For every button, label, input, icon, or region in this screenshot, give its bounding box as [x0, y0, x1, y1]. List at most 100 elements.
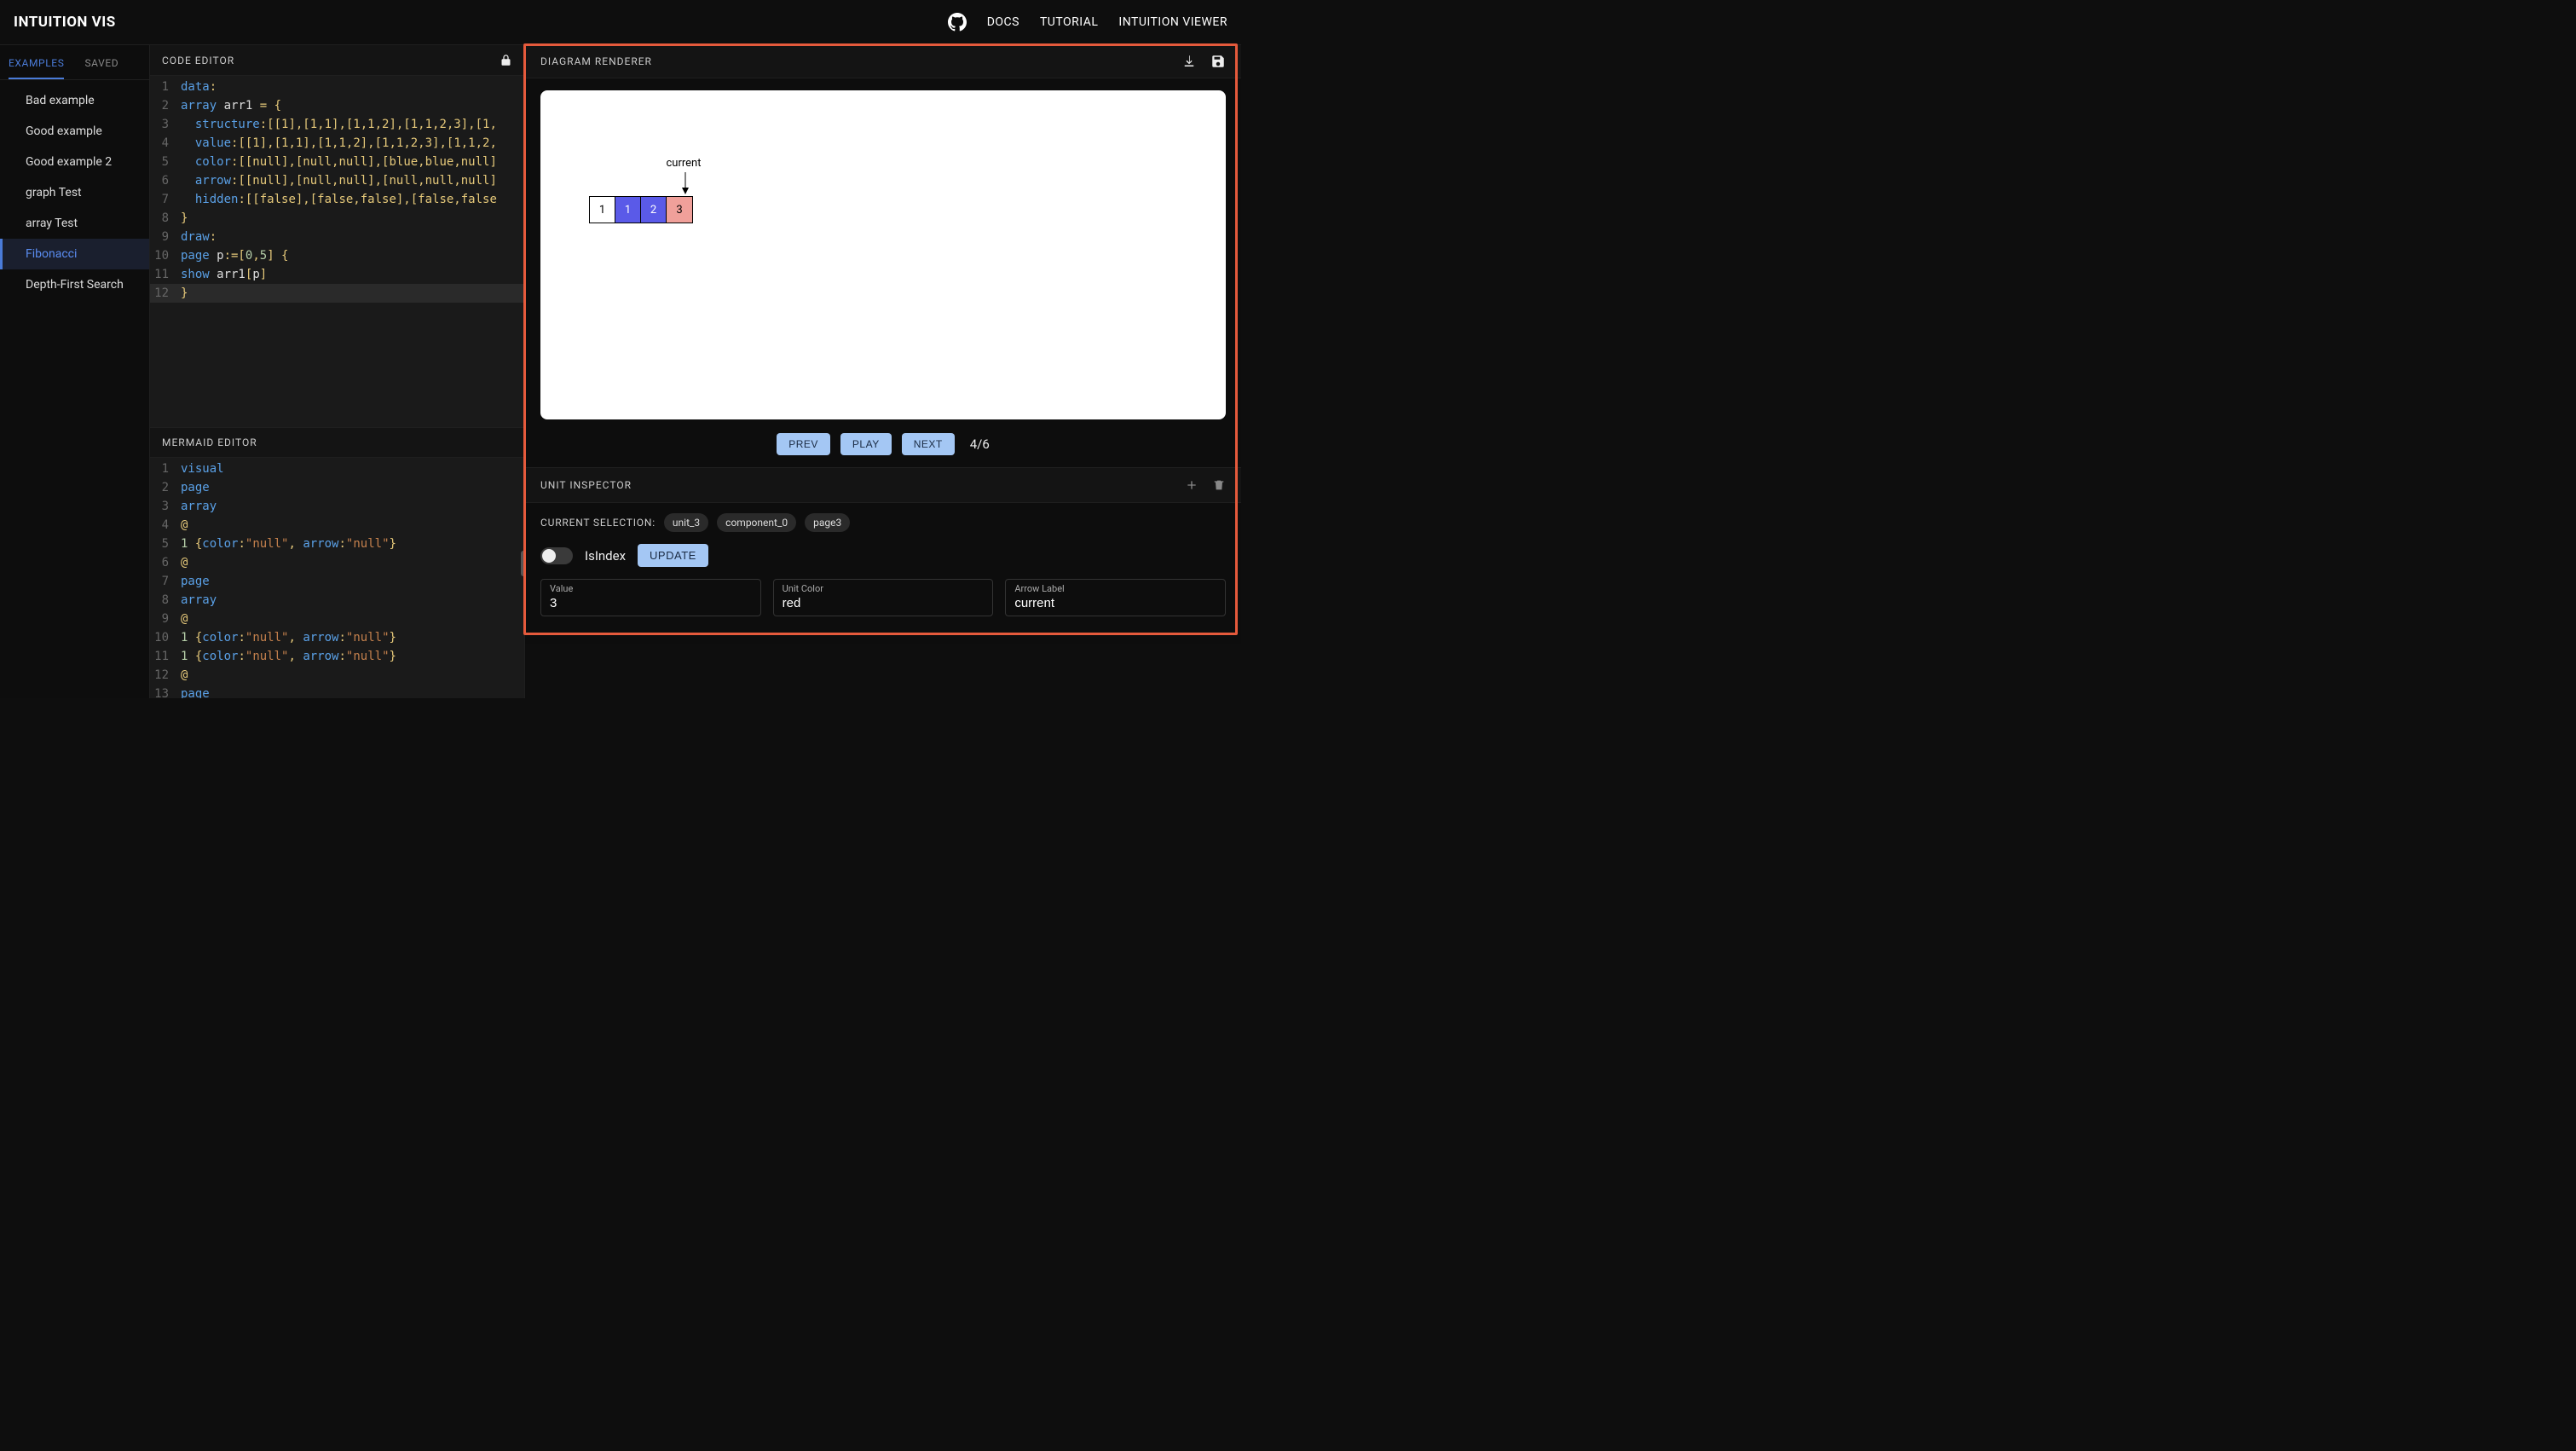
- code-line[interactable]: 8}: [150, 209, 524, 228]
- code-line[interactable]: 7 hidden:[[false],[false,false],[false,f…: [150, 190, 524, 209]
- code-editor[interactable]: 1data:2array arr1 = {3 structure:[[1],[1…: [150, 76, 524, 427]
- code-line[interactable]: 4 value:[[1],[1,1],[1,1,2],[1,1,2,3],[1,…: [150, 134, 524, 153]
- code-line[interactable]: 8array: [150, 591, 524, 610]
- code-line[interactable]: 11show arr1[p]: [150, 265, 524, 284]
- arrow-label: current: [662, 157, 705, 170]
- line-number: 11: [150, 647, 181, 666]
- line-number: 6: [150, 171, 181, 190]
- prev-button[interactable]: PREV: [777, 433, 830, 455]
- add-icon[interactable]: [1185, 478, 1198, 492]
- code-line[interactable]: 51 {color:"null", arrow:"null"}: [150, 535, 524, 553]
- mermaid-editor-header: MERMAID EDITOR: [150, 428, 524, 458]
- nav-docs[interactable]: DOCS: [987, 15, 1019, 29]
- inspector-title: UNIT INSPECTOR: [540, 479, 632, 491]
- code-line[interactable]: 13page: [150, 685, 524, 698]
- value-label: Value: [550, 583, 752, 594]
- line-number: 9: [150, 610, 181, 628]
- value-input[interactable]: [550, 596, 752, 610]
- line-number: 4: [150, 516, 181, 535]
- mermaid-editor-title: MERMAID EDITOR: [162, 436, 257, 448]
- diagram-canvas[interactable]: current 1123: [540, 90, 1226, 419]
- middle-column: CODE EDITOR 1data:2array arr1 = {3 struc…: [150, 45, 525, 698]
- line-number: 1: [150, 78, 181, 96]
- code-line[interactable]: 4@: [150, 516, 524, 535]
- nav-intuition-viewer[interactable]: INTUITION VIEWER: [1118, 15, 1227, 29]
- isindex-label: IsIndex: [585, 548, 626, 564]
- line-number: 10: [150, 628, 181, 647]
- example-item[interactable]: Good example: [0, 116, 149, 147]
- array-visualization[interactable]: 1123: [589, 196, 693, 223]
- code-line[interactable]: 2array arr1 = {: [150, 96, 524, 115]
- example-list: Bad exampleGood exampleGood example 2gra…: [0, 80, 149, 300]
- line-number: 8: [150, 591, 181, 610]
- play-button[interactable]: PLAY: [840, 433, 892, 455]
- code-line[interactable]: 6 arrow:[[null],[null,null],[null,null,n…: [150, 171, 524, 190]
- line-number: 11: [150, 265, 181, 284]
- nav-tutorial[interactable]: TUTORIAL: [1040, 15, 1098, 29]
- line-number: 6: [150, 553, 181, 572]
- code-line[interactable]: 1data:: [150, 78, 524, 96]
- arrow-down-icon: [682, 172, 689, 194]
- unit-inspector: UNIT INSPECTOR CURRENT SELECTION: unit_3…: [525, 467, 1241, 644]
- line-number: 4: [150, 134, 181, 153]
- code-line[interactable]: 12@: [150, 666, 524, 685]
- line-number: 5: [150, 153, 181, 171]
- unitcolor-label: Unit Color: [783, 583, 985, 594]
- line-number: 1: [150, 460, 181, 478]
- code-line[interactable]: 3array: [150, 497, 524, 516]
- trash-icon[interactable]: [1212, 478, 1226, 492]
- page-indicator: 4/6: [970, 436, 990, 452]
- code-line[interactable]: 9@: [150, 610, 524, 628]
- unitcolor-input[interactable]: [783, 596, 985, 610]
- example-item[interactable]: Depth-First Search: [0, 269, 149, 300]
- save-icon[interactable]: [1210, 54, 1226, 69]
- code-editor-header: CODE EDITOR: [150, 45, 524, 76]
- chip-unit[interactable]: unit_3: [664, 513, 708, 532]
- line-number: 7: [150, 572, 181, 591]
- github-icon[interactable]: [948, 13, 967, 32]
- array-cell[interactable]: 3: [667, 197, 692, 223]
- mermaid-editor[interactable]: 1visual2page3array4@51 {color:"null", ar…: [150, 458, 524, 698]
- download-icon[interactable]: [1181, 54, 1197, 69]
- example-item[interactable]: Good example 2: [0, 147, 149, 177]
- example-item[interactable]: graph Test: [0, 177, 149, 208]
- code-line[interactable]: 2page: [150, 478, 524, 497]
- app-title: INTUITION VIS: [14, 14, 116, 31]
- code-line[interactable]: 12}: [150, 284, 524, 303]
- mermaid-editor-panel: MERMAID EDITOR 1visual2page3array4@51 {c…: [150, 427, 524, 698]
- code-line[interactable]: 1visual: [150, 460, 524, 478]
- code-line[interactable]: 5 color:[[null],[null,null],[blue,blue,n…: [150, 153, 524, 171]
- array-cell[interactable]: 2: [641, 197, 667, 223]
- code-line[interactable]: 9draw:: [150, 228, 524, 246]
- example-item[interactable]: array Test: [0, 208, 149, 239]
- line-number: 12: [150, 666, 181, 685]
- value-field: Value: [540, 579, 761, 616]
- arrowlabel-field: Arrow Label: [1005, 579, 1226, 616]
- tab-examples[interactable]: EXAMPLES: [9, 52, 64, 79]
- example-item[interactable]: Fibonacci: [0, 239, 149, 269]
- chip-page[interactable]: page3: [805, 513, 850, 532]
- line-number: 10: [150, 246, 181, 265]
- isindex-toggle[interactable]: [540, 547, 573, 564]
- lock-icon[interactable]: [500, 54, 512, 66]
- array-cell[interactable]: 1: [615, 197, 641, 223]
- line-number: 9: [150, 228, 181, 246]
- code-line[interactable]: 6@: [150, 553, 524, 572]
- arrowlabel-label: Arrow Label: [1014, 583, 1216, 594]
- chip-component[interactable]: component_0: [717, 513, 796, 532]
- code-line[interactable]: 111 {color:"null", arrow:"null"}: [150, 647, 524, 666]
- line-number: 12: [150, 284, 181, 303]
- canvas-container: current 1123: [525, 78, 1241, 425]
- update-button[interactable]: UPDATE: [638, 544, 708, 567]
- code-line[interactable]: 3 structure:[[1],[1,1],[1,1,2],[1,1,2,3]…: [150, 115, 524, 134]
- next-button[interactable]: NEXT: [902, 433, 955, 455]
- tab-saved[interactable]: SAVED: [84, 52, 118, 79]
- array-cell[interactable]: 1: [590, 197, 615, 223]
- code-line[interactable]: 101 {color:"null", arrow:"null"}: [150, 628, 524, 647]
- code-editor-title: CODE EDITOR: [162, 55, 234, 66]
- example-item[interactable]: Bad example: [0, 85, 149, 116]
- arrowlabel-input[interactable]: [1014, 596, 1216, 610]
- line-number: 2: [150, 478, 181, 497]
- code-line[interactable]: 7page: [150, 572, 524, 591]
- code-line[interactable]: 10page p:=[0,5] {: [150, 246, 524, 265]
